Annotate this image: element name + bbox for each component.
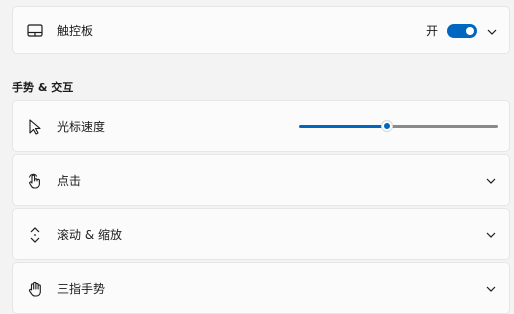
slider-track-empty[interactable] — [386, 125, 498, 128]
tap-card[interactable]: 点击 — [12, 154, 510, 206]
scroll-zoom-card[interactable]: 滚动 & 缩放 — [12, 208, 510, 260]
three-finger-card[interactable]: 三指手势 — [12, 262, 510, 314]
toggle-knob — [466, 27, 474, 35]
pointer-icon — [29, 119, 41, 135]
scroll-icon — [30, 227, 40, 243]
section-title: 手势 & 交互 — [12, 81, 74, 94]
chevron-down-icon[interactable] — [485, 175, 497, 187]
chevron-down-icon[interactable] — [485, 283, 497, 295]
cursor-speed-slider-thumb[interactable] — [380, 120, 393, 132]
touchpad-label: 触控板 — [57, 24, 94, 38]
tap-label: 点击 — [57, 174, 82, 188]
touchpad-toggle-state: 开 — [426, 24, 439, 38]
scroll-zoom-label: 滚动 & 缩放 — [57, 228, 122, 242]
hand-icon — [28, 281, 41, 297]
three-finger-label: 三指手势 — [57, 282, 106, 296]
touchpad-icon — [27, 24, 43, 37]
cursor-speed-label: 光标速度 — [57, 120, 106, 134]
slider-thumb-center — [383, 123, 390, 129]
chevron-down-icon[interactable] — [485, 229, 497, 241]
slider-track-filled[interactable] — [299, 125, 387, 128]
tap-icon — [29, 173, 40, 189]
touchpad-toggle[interactable] — [447, 24, 477, 38]
chevron-down-icon[interactable] — [486, 26, 498, 38]
